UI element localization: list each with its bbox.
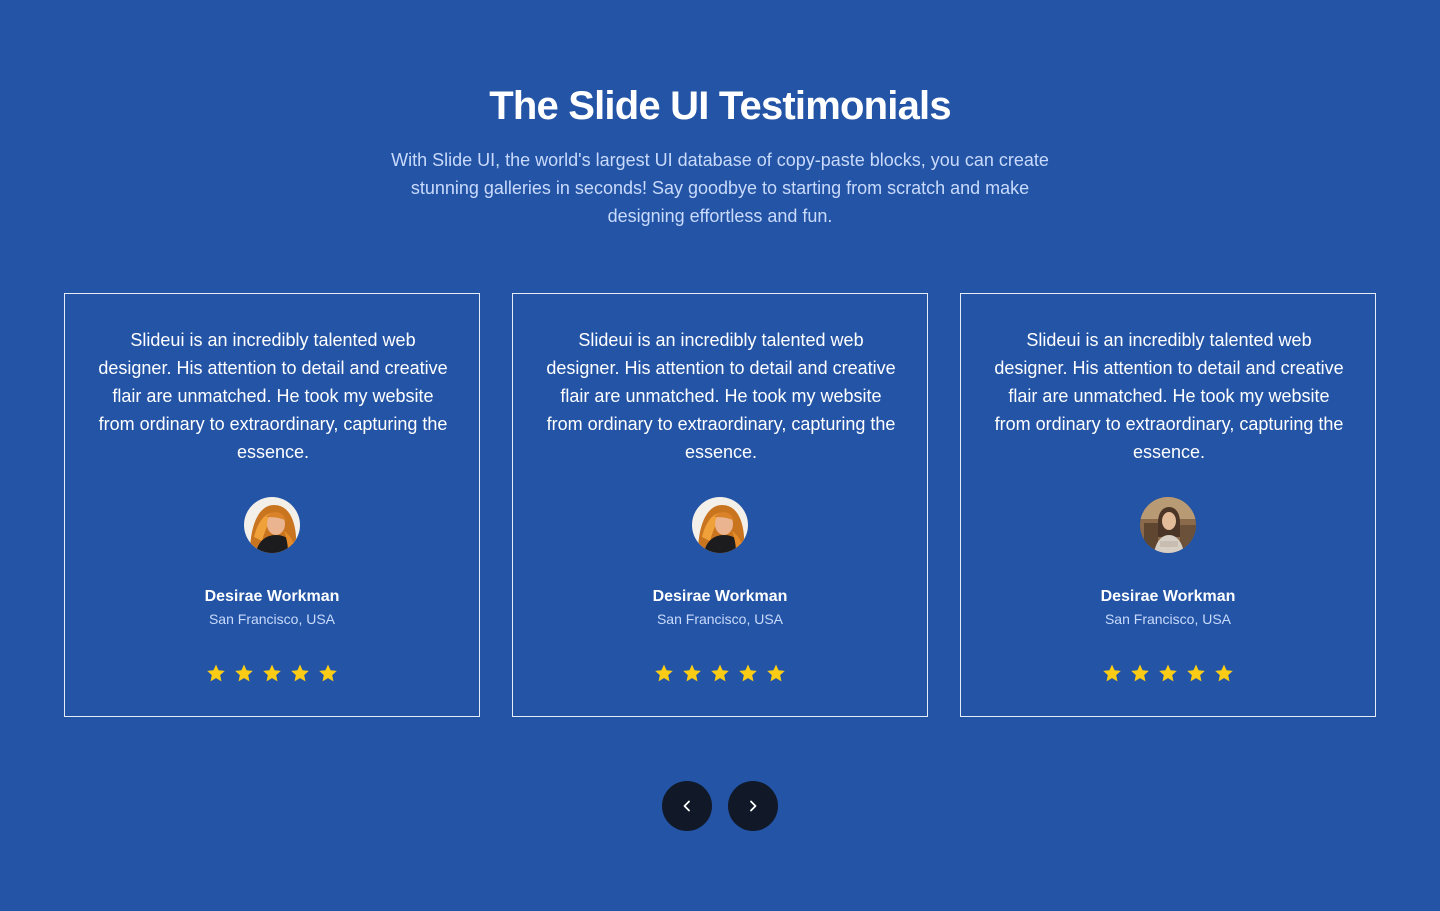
star-icon xyxy=(1187,664,1205,682)
next-button[interactable] xyxy=(728,781,778,831)
testimonial-card: Slideui is an incredibly talented web de… xyxy=(64,293,480,717)
star-icon xyxy=(655,664,673,682)
star-icon xyxy=(1131,664,1149,682)
star-rating xyxy=(961,663,1375,683)
star-icon xyxy=(319,664,337,682)
avatar xyxy=(244,497,300,553)
star-rating xyxy=(513,663,927,683)
star-icon xyxy=(207,664,225,682)
section-subtitle: With Slide UI, the world's largest UI da… xyxy=(391,150,1049,226)
star-icon xyxy=(1159,664,1177,682)
prev-button[interactable] xyxy=(662,781,712,831)
testimonial-quote: Slideui is an incredibly talented web de… xyxy=(98,330,448,462)
reviewer-location: San Francisco, USA xyxy=(208,611,336,627)
testimonial-card: Slideui is an incredibly talented web de… xyxy=(960,293,1376,717)
testimonial-card: Slideui is an incredibly talented web de… xyxy=(512,293,928,717)
star-icon xyxy=(1215,664,1233,682)
chevron-left-icon xyxy=(683,800,690,812)
star-icon xyxy=(711,664,729,682)
star-icon xyxy=(291,664,309,682)
reviewer-name: Desirae Workman xyxy=(1100,588,1236,605)
reviewer-location: San Francisco, USA xyxy=(1104,611,1232,627)
carousel-navigation xyxy=(662,781,778,831)
avatar xyxy=(1140,497,1196,553)
reviewer-location: San Francisco, USA xyxy=(656,611,784,627)
testimonial-cards: Slideui is an incredibly talented web de… xyxy=(64,293,1376,717)
reviewer-name: Desirae Workman xyxy=(204,588,340,605)
star-rating xyxy=(65,663,479,683)
chevron-right-icon xyxy=(750,800,757,812)
section-title: The Slide UI Testimonials xyxy=(489,84,951,128)
star-icon xyxy=(739,664,757,682)
star-icon xyxy=(767,664,785,682)
testimonial-quote: Slideui is an incredibly talented web de… xyxy=(994,330,1344,462)
testimonial-quote: Slideui is an incredibly talented web de… xyxy=(546,330,896,462)
star-icon xyxy=(235,664,253,682)
star-icon xyxy=(1103,664,1121,682)
star-icon xyxy=(683,664,701,682)
star-icon xyxy=(263,664,281,682)
testimonials-section: The Slide UI Testimonials With Slide UI,… xyxy=(0,0,1440,911)
reviewer-name: Desirae Workman xyxy=(652,588,788,605)
avatar xyxy=(692,497,748,553)
